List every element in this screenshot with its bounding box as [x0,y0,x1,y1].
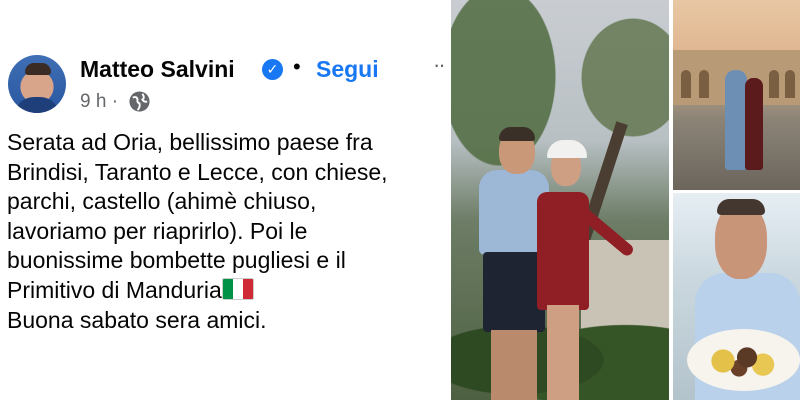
avatar-shirt [14,97,60,113]
photo-arch [785,70,795,98]
separator-dot: • [293,54,301,79]
avatar[interactable] [8,55,66,113]
photo-woman [745,78,763,170]
photo-man-hair [499,127,535,141]
photo-couple-garden[interactable] [451,0,669,400]
photo-man [725,70,747,170]
verified-icon: ✓ [262,59,283,80]
post-body-text: Serata ad Oria, bellissimo paese fra Bri… [7,128,447,335]
more-options-icon[interactable]: ·· [433,52,446,78]
globe-icon [129,91,150,112]
follow-button[interactable]: Segui [316,56,379,83]
photo-arch [699,70,709,98]
avatar-hair [25,63,51,75]
post-line: Serata ad Oria, bellissimo paese fra [7,129,373,155]
post-header-and-text: Matteo Salvini ✓ • Segui ·· 9 h · Serata… [0,0,450,400]
post-line-with-flag: Primitivo di Manduria [7,276,447,306]
photo-man-shorts [483,252,545,332]
post-line: Brindisi, Taranto e Lecce, con chiese, [7,158,388,185]
photo-hair [717,199,765,215]
post-line: lavoriamo per riaprirlo). Poi le [7,217,308,244]
photo-arch [769,70,779,98]
post-line: Primitivo di Manduria [7,276,222,303]
photo-woman-legs [547,305,579,400]
photo-arch [681,70,691,98]
post-line: parchi, castello (ahimè chiuso, [7,188,317,215]
post-line: Buona sabato sera amici. [7,306,267,333]
photo-man-with-food[interactable] [673,193,800,400]
photo-woman-cap [547,140,587,158]
post-timestamp[interactable]: 9 h · [80,91,118,113]
photo-couple-street[interactable] [673,0,800,190]
photo-man-legs [491,330,537,400]
italy-flag-icon [221,277,254,300]
photo-food [703,343,783,379]
author-name[interactable]: Matteo Salvini [80,56,235,83]
post-line: buonissime bombette pugliesi e il [7,247,346,274]
